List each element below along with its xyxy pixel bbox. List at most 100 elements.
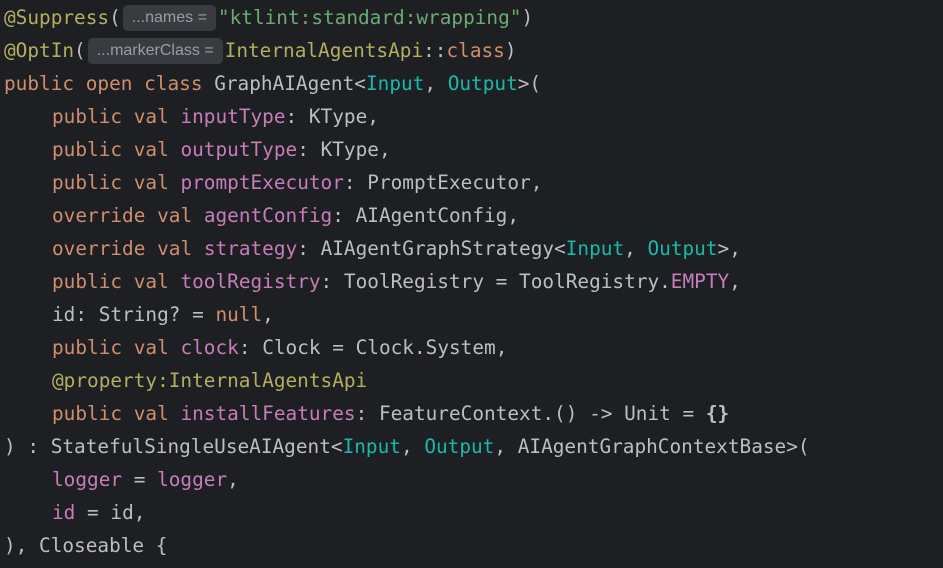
- punctuation: ,: [400, 435, 425, 458]
- keyword: val: [133, 138, 169, 161]
- code-line: @OptIn(...markerClass = InternalAgentsApi…: [0, 34, 943, 67]
- type-name: FeatureContext.() -> Unit =: [378, 402, 706, 425]
- keyword: null: [215, 303, 263, 326]
- punctuation: ,: [424, 72, 448, 95]
- code-line: @property:InternalAgentsApi: [0, 364, 943, 397]
- code-line: logger = logger,: [0, 463, 943, 496]
- code-line: id: String? = null,: [0, 298, 943, 331]
- punctuation: (: [74, 39, 86, 62]
- keyword: override: [52, 204, 146, 227]
- property-name: installFeatures: [180, 402, 356, 425]
- punctuation: ): [504, 39, 517, 62]
- punctuation: ,: [494, 435, 518, 458]
- constant-name: EMPTY: [670, 270, 730, 293]
- property-reference: logger: [157, 468, 228, 491]
- type-name: Clock: [262, 336, 321, 359]
- inlay-hint-names: ...names =: [122, 5, 216, 31]
- code-line: public val clock: Clock = Clock.System,: [0, 331, 943, 364]
- punctuation: ,: [507, 204, 520, 227]
- annotation: @property:: [52, 369, 169, 392]
- punctuation: <: [354, 72, 366, 95]
- code-line: @Suppress(...names = "ktlint:standard:wra…: [0, 1, 943, 34]
- keyword: open: [85, 72, 133, 95]
- keyword: class: [144, 72, 203, 95]
- keyword: public: [52, 138, 123, 161]
- type-name: Clock.System: [355, 336, 496, 359]
- keyword: val: [133, 171, 169, 194]
- property-name: promptExecutor: [180, 171, 344, 194]
- type-name: StatefulSingleUseAIAgent: [50, 435, 331, 458]
- code-line: public val inputType: KType,: [0, 100, 943, 133]
- type-parameter: Input: [342, 435, 401, 458]
- keyword: class: [446, 39, 505, 62]
- code-line: public val outputType: KType,: [0, 133, 943, 166]
- punctuation: ) :: [4, 435, 51, 458]
- code-line: ) : StatefulSingleUseAIAgent<Input, Outp…: [0, 430, 943, 463]
- keyword: val: [133, 336, 169, 359]
- braces: {}: [705, 402, 730, 425]
- operator: =: [75, 501, 111, 524]
- property-name: agentConfig: [203, 204, 333, 227]
- type-name: ToolRegistry: [343, 270, 484, 293]
- code-line: id = id,: [0, 496, 943, 529]
- annotation: @OptIn: [4, 39, 75, 62]
- punctuation: <: [554, 237, 566, 260]
- punctuation: ,: [262, 303, 274, 326]
- type-parameter: Output: [447, 72, 518, 95]
- punctuation: ::: [423, 39, 447, 62]
- type-name: ToolRegistry.: [519, 270, 671, 293]
- operator: =: [320, 336, 356, 359]
- parameter-reference: id: [110, 501, 134, 524]
- punctuation: :: [297, 138, 321, 161]
- operator: =: [122, 468, 158, 491]
- punctuation: :: [238, 336, 263, 359]
- parameter: id: String? =: [52, 303, 216, 326]
- punctuation: ,: [133, 501, 146, 524]
- type-parameter: Input: [365, 72, 425, 95]
- punctuation: :: [297, 237, 321, 260]
- class-name: GraphAIAgent: [214, 72, 355, 95]
- punctuation: (: [109, 6, 121, 29]
- keyword: val: [133, 402, 169, 425]
- punctuation: ,: [729, 270, 741, 293]
- type-name: AIAgentGraphContextBase: [517, 435, 787, 458]
- property-name: clock: [180, 336, 239, 359]
- punctuation: >(: [786, 435, 810, 458]
- code-line: override val agentConfig: AIAgentConfig,: [0, 199, 943, 232]
- keyword: val: [133, 270, 169, 293]
- punctuation: ,: [378, 138, 391, 161]
- named-argument: id: [52, 501, 76, 524]
- punctuation: ,: [624, 237, 648, 260]
- keyword: public: [52, 171, 123, 194]
- property-name: toolRegistry: [180, 270, 321, 293]
- type-name: AIAgentConfig: [355, 204, 508, 227]
- inlay-hint-marker-class: ...markerClass =: [87, 38, 223, 64]
- punctuation: <: [330, 435, 343, 458]
- keyword: override: [52, 237, 146, 260]
- type-parameter: Output: [647, 237, 718, 260]
- closeable-clause: ), Closeable {: [4, 534, 168, 557]
- punctuation: ,: [227, 468, 239, 491]
- keyword: public: [52, 336, 123, 359]
- keyword: public: [52, 105, 123, 128]
- punctuation: ,: [495, 336, 508, 359]
- annotation: @Suppress: [4, 6, 110, 29]
- property-name: strategy: [203, 237, 298, 260]
- punctuation: ,: [530, 171, 543, 194]
- property-name: inputType: [180, 105, 286, 128]
- keyword: public: [4, 72, 75, 95]
- type-name: KType: [308, 105, 368, 128]
- type-name: AIAgentGraphStrategy: [320, 237, 555, 260]
- type-name: KType: [320, 138, 379, 161]
- code-line: ), Closeable {: [0, 529, 943, 562]
- type-reference: InternalAgentsApi: [168, 369, 368, 392]
- string-literal: "ktlint:standard:wrapping": [217, 6, 522, 29]
- punctuation: ): [521, 6, 534, 29]
- type-name: PromptExecutor: [367, 171, 531, 194]
- code-editor[interactable]: @Suppress(...names = "ktlint:standard:wra…: [0, 0, 943, 562]
- punctuation: :: [332, 204, 356, 227]
- code-line: public val promptExecutor: PromptExecuto…: [0, 166, 943, 199]
- keyword: val: [157, 237, 193, 260]
- keyword: public: [52, 402, 123, 425]
- code-line: public val toolRegistry: ToolRegistry = …: [0, 265, 943, 298]
